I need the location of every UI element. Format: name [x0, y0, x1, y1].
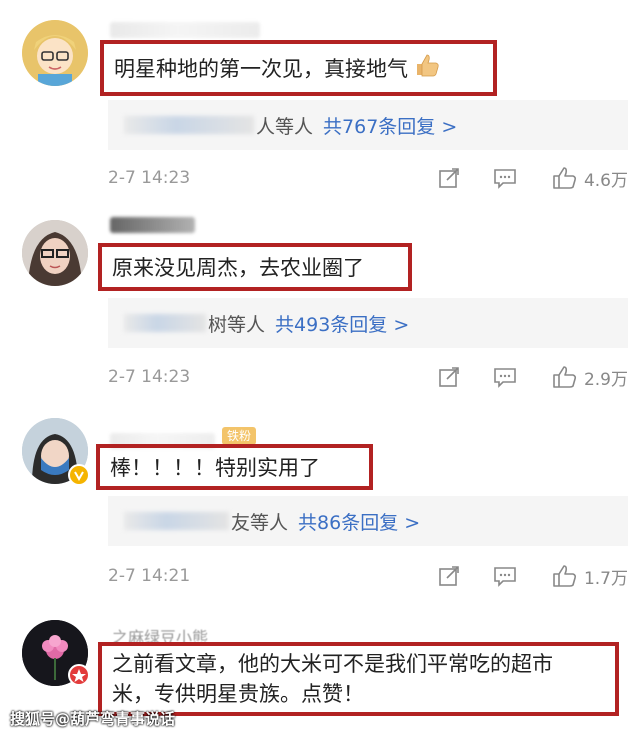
- verified-badge-icon: [68, 464, 90, 486]
- watermark: 搜狐号@葫芦弯青事说话: [10, 710, 176, 728]
- comment-meta: 2-7 14:21 1.7万: [108, 561, 628, 591]
- comment-text: 明星种地的第一次见，真接地气: [114, 57, 408, 81]
- timestamp: 2-7 14:23: [108, 367, 191, 387]
- comment-text-highlighted: 原来没见周杰，去农业圈了: [98, 243, 412, 291]
- username-blurred[interactable]: [110, 22, 260, 38]
- comment-text-highlighted: 明星种地的第一次见，真接地气: [100, 40, 497, 96]
- comment-meta: 2-7 14:23 4.6万: [108, 163, 628, 193]
- avatar[interactable]: [22, 20, 88, 86]
- thumbs-up-emoji: [414, 52, 440, 84]
- reply-users-blurred: [124, 314, 206, 332]
- comment-text: 原来没见周杰，去农业圈了: [112, 256, 364, 280]
- reply-users-blurred: [124, 116, 254, 134]
- comment-text: 棒！！！！特别实用了: [110, 456, 320, 480]
- comment-icon[interactable]: [492, 364, 518, 390]
- like-count: 1.7万: [583, 568, 628, 589]
- thumbs-up-icon[interactable]: [552, 563, 578, 589]
- reply-count-link[interactable]: 共493条回复 >: [275, 310, 409, 337]
- comment-text-line-1: 之前看文章，他的大米可不是我们平常吃的超市: [112, 652, 553, 676]
- reply-summary[interactable]: 人等人 共767条回复 >: [108, 100, 628, 150]
- share-icon[interactable]: [436, 563, 462, 589]
- reply-users-blurred: [124, 512, 229, 530]
- comment-icon[interactable]: [492, 165, 518, 191]
- avatar[interactable]: [22, 220, 88, 286]
- like-count: 4.6万: [583, 170, 628, 191]
- reply-summary[interactable]: 友等人 共86条回复 >: [108, 496, 628, 546]
- like-count: 2.9万: [583, 369, 628, 390]
- comment-meta: 2-7 14:23 2.9万: [108, 362, 628, 392]
- reply-count-link[interactable]: 共767条回复 >: [323, 112, 457, 139]
- comment-icon[interactable]: [492, 563, 518, 589]
- reply-count-link[interactable]: 共86条回复 >: [298, 508, 420, 535]
- username-blurred[interactable]: [110, 217, 195, 233]
- fan-badge: 铁粉: [222, 427, 257, 445]
- level-badge-icon: [68, 664, 90, 686]
- reply-users-label: 人等人: [256, 115, 314, 138]
- share-icon[interactable]: [436, 165, 462, 191]
- timestamp: 2-7 14:21: [108, 566, 191, 586]
- timestamp: 2-7 14:23: [108, 168, 191, 188]
- thumbs-up-icon[interactable]: [552, 364, 578, 390]
- comment-text-line-2: 米，专供明星贵族。点赞！: [112, 682, 364, 706]
- reply-users-label: 友等人: [231, 511, 289, 534]
- share-icon[interactable]: [436, 364, 462, 390]
- comment-text-highlighted: 棒！！！！特别实用了: [96, 444, 373, 490]
- reply-users-label: 树等人: [208, 313, 266, 336]
- comment-text-highlighted: 之前看文章，他的大米可不是我们平常吃的超市 米，专供明星贵族。点赞！: [98, 642, 619, 716]
- thumbs-up-icon[interactable]: [552, 165, 578, 191]
- reply-summary[interactable]: 树等人 共493条回复 >: [108, 298, 628, 348]
